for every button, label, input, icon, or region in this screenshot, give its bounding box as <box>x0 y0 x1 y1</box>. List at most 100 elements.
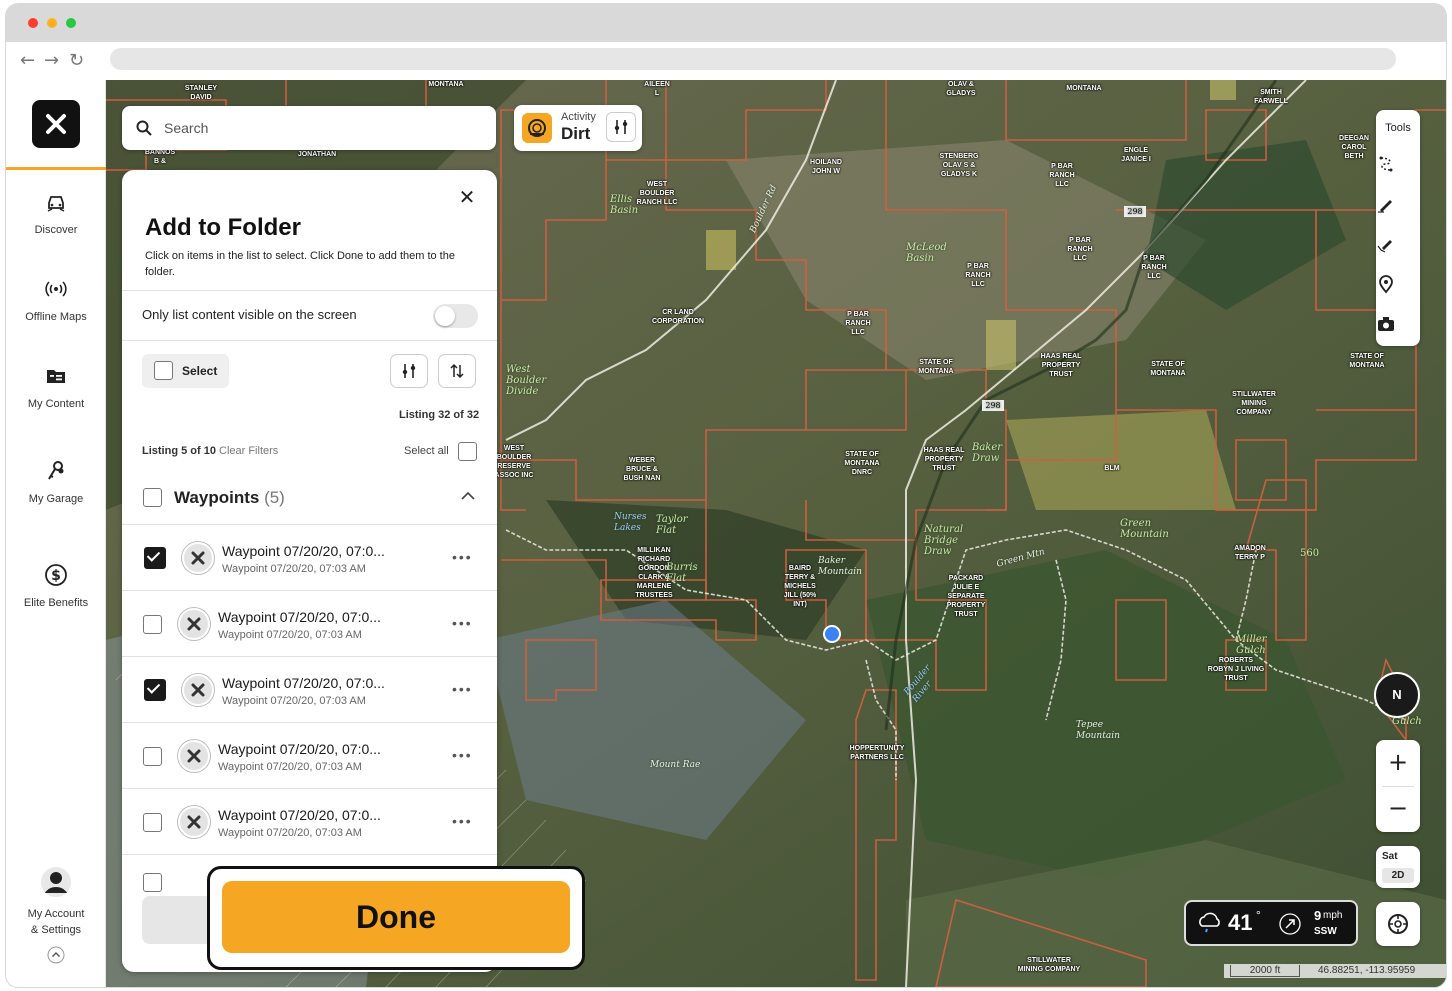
divider <box>122 340 497 341</box>
waypoint-pin-icon[interactable] <box>1376 274 1396 294</box>
browser-window: ← → ↻ Discover Offline Maps My Content M… <box>6 4 1446 987</box>
zoom-in-button[interactable]: + <box>1376 740 1420 786</box>
reload-icon[interactable]: ↻ <box>69 50 84 71</box>
sliders-icon <box>402 364 416 378</box>
toggle-knob <box>435 306 455 326</box>
more-options-icon[interactable]: ••• <box>452 747 473 763</box>
list-item[interactable]: Waypoint 07/20/20, 07:0... Waypoint 07/20… <box>122 722 497 788</box>
sidebar-item-my-garage[interactable]: My Garage <box>6 459 106 505</box>
keys-icon <box>48 461 64 480</box>
camera-icon[interactable] <box>1376 314 1396 334</box>
map-label: STATE OF MONTANA <box>918 359 954 375</box>
map-label: ENGLE JANICE I <box>1121 147 1151 163</box>
sidebar-item-label: Offline Maps <box>25 311 87 323</box>
sidebar-item-elite-benefits[interactable]: $ Elite Benefits <box>6 563 106 609</box>
chevron-up-icon[interactable] <box>461 491 475 501</box>
map-label: HAAS REAL PROPERTY TRUST <box>923 447 965 472</box>
geo-label: Baker Draw <box>972 442 1003 464</box>
geo-label: Ellis Basin <box>610 194 639 216</box>
sidebar-item-discover[interactable]: Discover <box>6 190 106 236</box>
waypoint-marker-icon <box>178 806 210 838</box>
list-item[interactable]: Waypoint 07/20/20, 07:0... Waypoint 07/20… <box>122 524 497 590</box>
listing-total: Listing 32 of 32 <box>399 409 480 421</box>
select-mode-button[interactable]: Select <box>142 354 229 388</box>
geo-label: Tepee Mountain <box>1076 720 1120 741</box>
map-label: HOILAND JOHN W <box>810 159 842 175</box>
zoom-out-button[interactable]: − <box>1376 786 1420 832</box>
list-item[interactable]: Waypoint 07/20/20, 07:0... Waypoint 07/20… <box>122 656 497 722</box>
map-label: P BAR RANCH LLC <box>845 311 871 336</box>
geo-label: Mount Rae <box>650 760 701 770</box>
sort-button[interactable] <box>438 354 476 388</box>
clear-filters-link[interactable]: Clear Filters <box>219 445 278 457</box>
item-checkbox[interactable] <box>143 873 162 892</box>
item-title: Waypoint 07/20/20, 07:0... <box>218 807 381 823</box>
search-bar[interactable]: Search <box>122 106 496 150</box>
area-draw-icon[interactable] <box>1376 234 1396 254</box>
coordinates: 46.88251, -113.95959 <box>1318 965 1416 976</box>
divider <box>122 290 497 291</box>
map-label: ROBERTS ROBYN J LIVING TRUST <box>1207 657 1265 682</box>
close-window-dot[interactable] <box>28 18 38 28</box>
line-draw-icon[interactable] <box>1376 194 1396 214</box>
select-all-checkbox[interactable] <box>458 442 477 461</box>
map-view[interactable]: STANLEY DAVID MONTANA AILEEN L OLAV & GL… <box>106 80 1446 987</box>
geo-label: Nurses Lakes <box>614 512 647 533</box>
account-settings[interactable]: My Account & Settings <box>6 866 106 938</box>
crosshair-icon <box>1388 914 1408 934</box>
maximize-window-dot[interactable] <box>66 18 76 28</box>
more-options-icon[interactable]: ••• <box>452 549 473 565</box>
back-arrow-icon[interactable]: ← <box>20 50 35 71</box>
select-label: Select <box>182 364 218 378</box>
list-item[interactable]: Waypoint 07/20/20, 07:0... Waypoint 07/20… <box>122 788 497 854</box>
forward-arrow-icon[interactable]: → <box>44 50 59 71</box>
item-checkbox[interactable] <box>144 547 166 569</box>
close-icon[interactable]: ✕ <box>456 186 478 208</box>
map-layer-toggle[interactable]: Sat 2D <box>1376 846 1420 888</box>
route-icon[interactable] <box>1376 154 1396 174</box>
map-label: MONTANA <box>1066 85 1102 92</box>
filter-button[interactable] <box>390 354 428 388</box>
activity-filter-button[interactable] <box>606 112 636 142</box>
map-label: WEST BOULDER RESERVE ASSOC INC <box>494 445 534 479</box>
sidebar-item-label: My Garage <box>28 493 84 505</box>
recenter-button[interactable] <box>1376 902 1420 946</box>
item-checkbox[interactable] <box>143 615 162 634</box>
item-checkbox[interactable] <box>143 813 162 832</box>
group-checkbox[interactable] <box>143 488 162 507</box>
onx-logo[interactable] <box>32 100 80 148</box>
more-options-icon[interactable]: ••• <box>452 615 473 631</box>
sidebar-item-offline-maps[interactable]: Offline Maps <box>6 277 106 323</box>
rain-cloud-icon <box>1199 912 1220 933</box>
visible-only-toggle[interactable] <box>433 304 478 328</box>
group-header[interactable]: Waypoints (5) <box>174 488 285 508</box>
map-label: AMADON TERRY P <box>1234 545 1266 561</box>
item-subtitle: Waypoint 07/20/20, 07:03 AM <box>222 563 366 575</box>
map-label: BANNOS B & <box>144 149 176 165</box>
done-button-highlight: Done <box>207 866 585 970</box>
list-item[interactable]: Waypoint 07/20/20, 07:0... Waypoint 07/20… <box>122 590 497 656</box>
activity-selector[interactable]: Activity Dirt <box>514 105 642 151</box>
browser-toolbar: ← → ↻ <box>6 42 1446 80</box>
map-label: P BAR RANCH LLC <box>1067 237 1093 262</box>
more-options-icon[interactable]: ••• <box>452 813 473 829</box>
address-bar[interactable] <box>110 48 1396 70</box>
map-label: STATE OF MONTANA <box>1349 353 1385 369</box>
item-checkbox[interactable] <box>144 679 166 701</box>
select-checkbox[interactable] <box>154 361 173 380</box>
more-options-icon[interactable]: ••• <box>452 681 473 697</box>
scale-bar: 2000 ft 46.88251, -113.95959 <box>1224 964 1446 978</box>
geo-label: Natural Bridge Draw <box>924 524 964 557</box>
geo-label: Miller Gulch <box>1236 634 1267 656</box>
compass[interactable]: N <box>1374 672 1420 718</box>
minimize-window-dot[interactable] <box>47 18 57 28</box>
item-checkbox[interactable] <box>143 747 162 766</box>
done-button[interactable]: Done <box>222 881 570 953</box>
map-label: PACKARD JULIE E SEPARATE PROPERTY TRUST <box>946 575 986 618</box>
weather-widget[interactable]: 41 ° 9 mph SSW <box>1184 900 1358 946</box>
chevron-up-icon[interactable] <box>47 946 65 964</box>
panel-title: Add to Folder <box>145 214 301 241</box>
geo-label: West Boulder Divide <box>506 364 547 397</box>
sidebar-item-my-content[interactable]: My Content <box>6 364 106 410</box>
geo-label: Burris Flat <box>666 562 698 584</box>
